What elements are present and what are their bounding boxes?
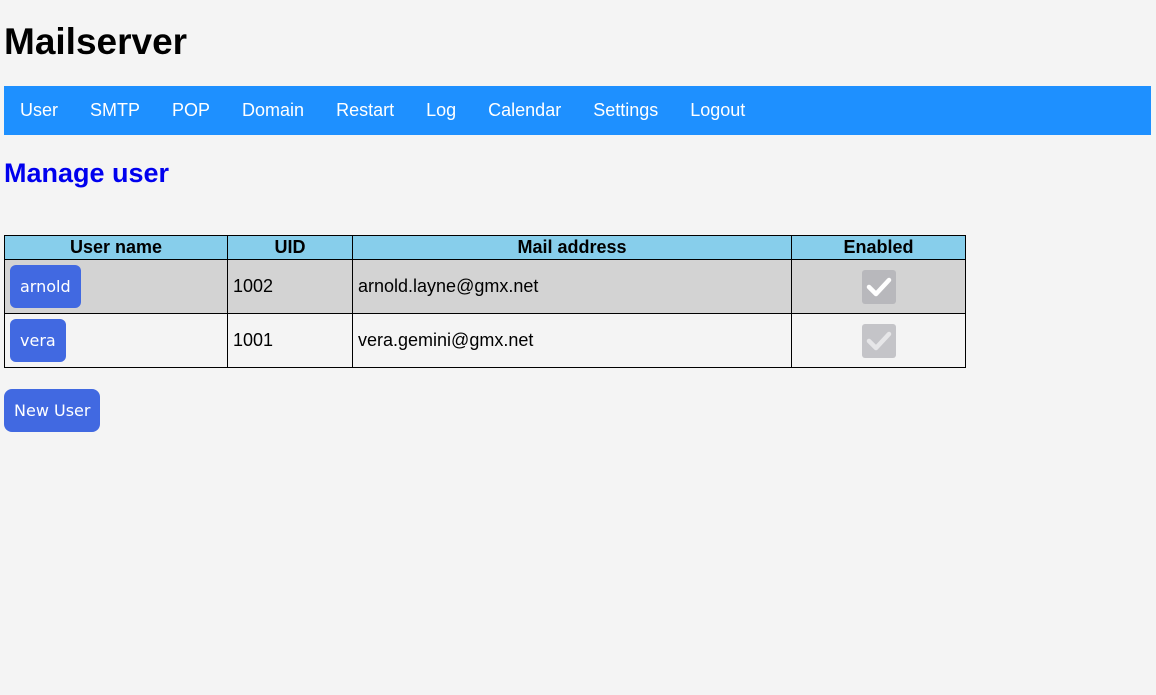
main-navbar: User SMTP POP Domain Restart Log Calenda… bbox=[4, 86, 1151, 135]
table-row: arnold 1002 arnold.layne@gmx.net bbox=[4, 259, 966, 314]
user-name-cell: vera bbox=[4, 313, 228, 368]
enabled-cell bbox=[791, 259, 966, 314]
nav-item-pop[interactable]: POP bbox=[156, 86, 226, 135]
mail-address-cell: vera.gemini@gmx.net bbox=[352, 313, 792, 368]
nav-item-log[interactable]: Log bbox=[410, 86, 472, 135]
checkmark-icon bbox=[866, 331, 891, 350]
user-name-cell: arnold bbox=[4, 259, 228, 314]
column-header-enabled: Enabled bbox=[791, 235, 966, 260]
new-user-button[interactable]: New User bbox=[4, 389, 101, 432]
user-table: User name UID Mail address Enabled arnol… bbox=[4, 235, 966, 368]
nav-item-restart[interactable]: Restart bbox=[320, 86, 410, 135]
nav-item-calendar[interactable]: Calendar bbox=[472, 86, 577, 135]
column-header-uid: UID bbox=[227, 235, 353, 260]
nav-item-smtp[interactable]: SMTP bbox=[74, 86, 156, 135]
uid-cell: 1002 bbox=[227, 259, 353, 314]
user-button-vera[interactable]: vera bbox=[10, 319, 66, 362]
checkmark-icon bbox=[866, 277, 891, 296]
page-title: Manage user bbox=[4, 158, 170, 188]
enabled-checkbox bbox=[861, 323, 896, 358]
app-title: Mailserver bbox=[4, 21, 188, 62]
nav-item-logout[interactable]: Logout bbox=[674, 86, 761, 135]
nav-item-settings[interactable]: Settings bbox=[577, 86, 674, 135]
table-header-row: User name UID Mail address Enabled bbox=[4, 235, 966, 260]
enabled-cell bbox=[791, 313, 966, 368]
enabled-checkbox bbox=[861, 269, 896, 304]
column-header-user-name: User name bbox=[4, 235, 228, 260]
nav-item-domain[interactable]: Domain bbox=[226, 86, 320, 135]
uid-cell: 1001 bbox=[227, 313, 353, 368]
table-row: vera 1001 vera.gemini@gmx.net bbox=[4, 313, 966, 368]
mail-address-cell: arnold.layne@gmx.net bbox=[352, 259, 792, 314]
page: Mailserver User SMTP POP Domain Restart … bbox=[0, 0, 1156, 695]
user-button-arnold[interactable]: arnold bbox=[10, 265, 81, 308]
column-header-mail-address: Mail address bbox=[352, 235, 792, 260]
nav-item-user[interactable]: User bbox=[4, 86, 74, 135]
